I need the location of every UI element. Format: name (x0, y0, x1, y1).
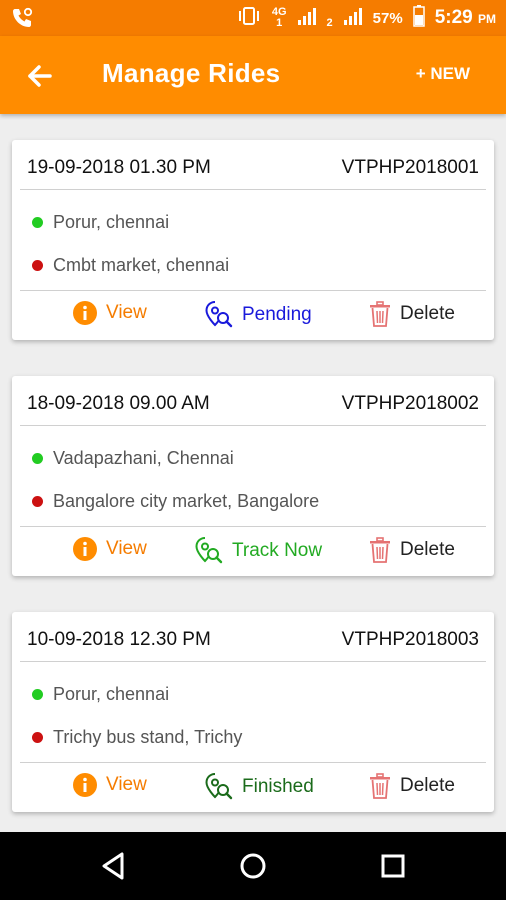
delete-label: Delete (400, 539, 455, 560)
delete-button[interactable]: Delete (368, 536, 455, 564)
drop-dot-icon (32, 732, 43, 743)
sim1-label: 1 (276, 17, 283, 29)
trash-icon (368, 772, 392, 800)
system-nav-bar (0, 832, 506, 900)
ride-header: 19-09-2018 01.30 PM VTPHP2018001 (20, 140, 486, 190)
vibrate-icon (236, 6, 262, 30)
status-button[interactable]: Finished (204, 772, 314, 802)
location-search-icon (204, 772, 234, 802)
ride-to-text: Bangalore city market, Bangalore (53, 491, 320, 511)
ride-datetime: 18-09-2018 09.00 AM (27, 393, 210, 414)
ride-id: VTPHP2018002 (341, 393, 479, 414)
ride-from: Porur, chennai (32, 212, 169, 233)
pickup-dot-icon (32, 689, 43, 700)
info-icon (72, 300, 98, 326)
status-button[interactable]: Pending (204, 300, 312, 330)
info-icon (72, 772, 98, 798)
ride-to-text: Cmbt market, chennai (53, 255, 230, 275)
clock: 5:29 PM (435, 7, 496, 29)
view-button[interactable]: View (72, 772, 147, 798)
sim2-label: 2 (326, 16, 333, 29)
delete-button[interactable]: Delete (368, 300, 455, 328)
ride-id: VTPHP2018003 (341, 629, 479, 650)
ride-header: 18-09-2018 09.00 AM VTPHP2018002 (20, 376, 486, 426)
delete-button[interactable]: Delete (368, 772, 455, 800)
ride-from-text: Porur, chennai (53, 212, 170, 232)
trash-icon (368, 536, 392, 564)
trash-icon (368, 300, 392, 328)
page-title: Manage Rides (102, 58, 281, 88)
info-icon (72, 536, 98, 562)
location-search-icon (204, 300, 234, 330)
signal-icon (343, 7, 363, 29)
view-label: View (106, 538, 147, 559)
square-recents-icon[interactable] (375, 848, 411, 884)
signal-icon (297, 7, 317, 29)
ride-to-text: Trichy bus stand, Trichy (53, 727, 243, 747)
view-label: View (106, 302, 147, 323)
app-bar: Manage Rides + NEW (0, 36, 506, 114)
triangle-back-icon[interactable] (96, 848, 132, 884)
view-button[interactable]: View (72, 300, 147, 326)
ride-card: 18-09-2018 09.00 AM VTPHP2018002 Vadapaz… (12, 376, 494, 576)
pickup-dot-icon (32, 217, 43, 228)
clock-ampm: PM (478, 12, 496, 26)
ride-datetime: 19-09-2018 01.30 PM (27, 157, 211, 178)
network-indicator: 4G 1 (272, 7, 287, 29)
ride-from-text: Porur, chennai (53, 684, 170, 704)
ride-id: VTPHP2018001 (341, 157, 479, 178)
status-label: Track Now (232, 540, 323, 561)
status-label: Pending (242, 304, 312, 325)
drop-dot-icon (32, 260, 43, 271)
ride-to: Cmbt market, chennai (32, 255, 229, 276)
ride-actions: View Finished Delete (20, 762, 486, 812)
view-button[interactable]: View (72, 536, 147, 562)
delete-label: Delete (400, 775, 455, 796)
drop-dot-icon (32, 496, 43, 507)
call-icon (10, 6, 34, 35)
clock-time: 5:29 (434, 7, 473, 28)
status-button[interactable]: Track Now (194, 536, 322, 566)
view-label: View (106, 774, 147, 795)
ride-card: 10-09-2018 12.30 PM VTPHP2018003 Porur, … (12, 612, 494, 812)
circle-home-icon[interactable] (235, 848, 271, 884)
ride-from: Porur, chennai (32, 684, 169, 705)
new-ride-button[interactable]: + NEW (416, 64, 470, 84)
ride-to: Trichy bus stand, Trichy (32, 727, 242, 748)
pickup-dot-icon (32, 453, 43, 464)
ride-from: Vadapazhani, Chennai (32, 448, 234, 469)
ride-to: Bangalore city market, Bangalore (32, 491, 319, 512)
delete-label: Delete (400, 303, 455, 324)
ride-datetime: 10-09-2018 12.30 PM (27, 629, 211, 650)
battery-percent: 57% (372, 9, 403, 27)
ride-actions: View Pending Delete (20, 290, 486, 340)
ride-header: 10-09-2018 12.30 PM VTPHP2018003 (20, 612, 486, 662)
ride-card: 19-09-2018 01.30 PM VTPHP2018001 Porur, … (12, 140, 494, 340)
ride-from-text: Vadapazhani, Chennai (53, 448, 234, 468)
location-search-icon (194, 536, 224, 566)
status-label: Finished (242, 776, 314, 797)
ride-actions: View Track Now Delete (20, 526, 486, 576)
status-bar: 4G 1 2 57% 5:29 PM (0, 0, 506, 36)
battery-icon (412, 5, 425, 31)
arrow-left-icon[interactable] (22, 58, 58, 94)
